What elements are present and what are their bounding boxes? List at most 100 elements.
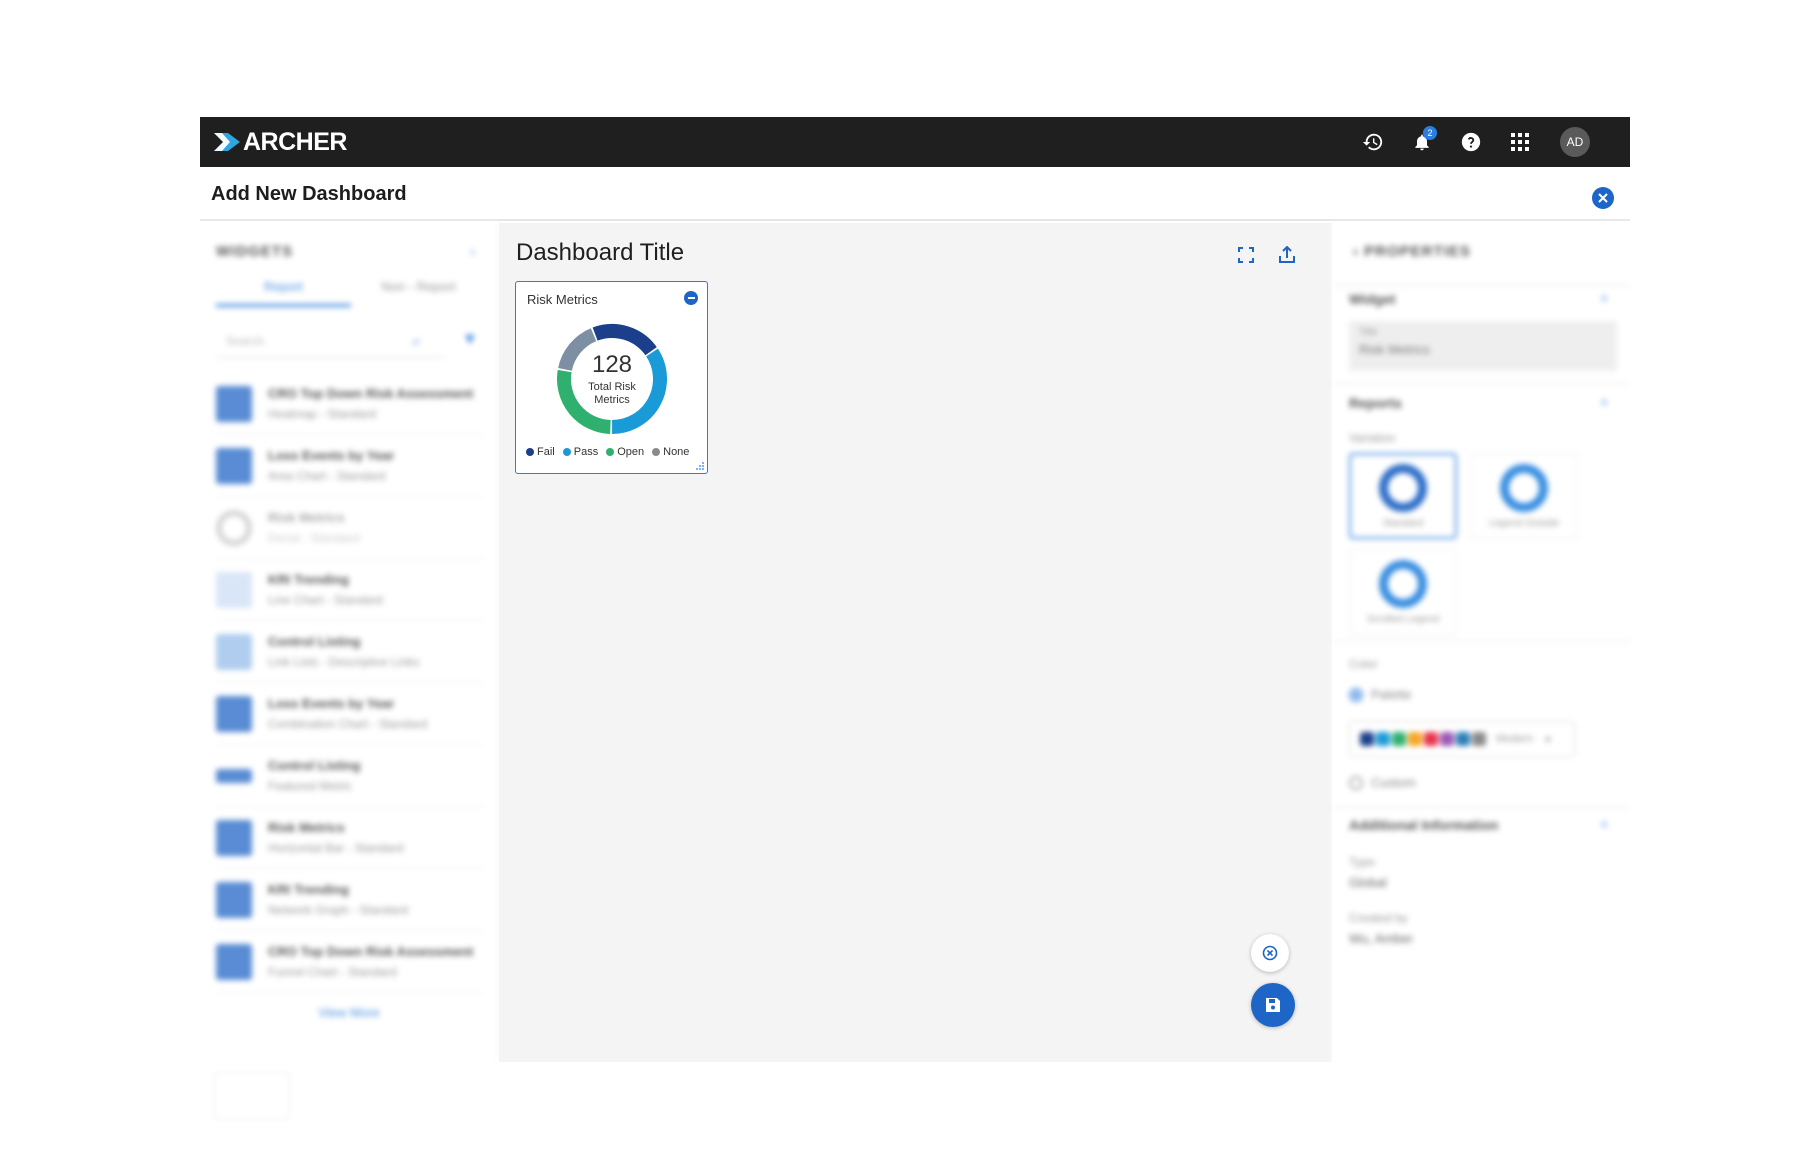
list-item-type: Combination Chart - Standard (268, 717, 428, 731)
chevron-up-icon[interactable]: ˄ (1600, 395, 1608, 410)
tab-non-report[interactable]: Non - Report (351, 279, 486, 307)
color-label: Color (1349, 657, 1378, 671)
properties-panel: › PROPERTIES Widget ˄ Title Risk Metrics… (1333, 223, 1630, 1067)
filter-icon[interactable]: ▼ (462, 331, 478, 349)
fullscreen-icon[interactable] (1234, 243, 1258, 267)
list-item-type: Featured Metric (268, 779, 353, 793)
additional-info-section-header[interactable]: Additional Information (1349, 817, 1498, 833)
help-icon[interactable] (1456, 127, 1486, 157)
remove-widget-button[interactable] (684, 291, 698, 305)
list-item[interactable]: CRO Top Down Risk Assessment Heatmap - St… (216, 373, 484, 435)
color-swatch (1392, 732, 1406, 746)
legend-label: None (663, 446, 690, 458)
discard-button[interactable] (1251, 934, 1289, 972)
reports-section-header[interactable]: Reports (1349, 395, 1402, 411)
legend-item-fail[interactable]: Fail (526, 446, 555, 458)
featured-metric-icon (216, 768, 252, 783)
donut-center: 128 Total Risk Metrics (546, 313, 678, 445)
horizontal-bar-icon (216, 819, 252, 856)
bell-icon[interactable]: 2 (1407, 126, 1437, 157)
chevron-down-icon: ▾ (1545, 733, 1551, 746)
list-item-type: Horizontal Bar - Standard (268, 841, 404, 855)
brand-name: ARCHER (243, 127, 347, 156)
collapse-left-icon[interactable]: ‹ (470, 243, 475, 259)
top-navigation-bar: ARCHER 2 AD (200, 117, 1630, 167)
donut-variation-icon (1379, 463, 1427, 512)
user-avatar[interactable]: AD (1560, 127, 1590, 157)
color-swatch (1376, 732, 1390, 746)
list-item-name: CRO Top Down Risk Assessment (268, 386, 474, 401)
color-swatch (1472, 732, 1486, 746)
donut-variation-icon (1379, 559, 1427, 608)
app-window: ARCHER 2 AD Add New Dashboard WIDGETS ‹ … (200, 117, 1630, 1120)
divider (1333, 285, 1630, 286)
list-item-name: KRI Trending (268, 882, 349, 897)
custom-color-radio[interactable]: Custom (1349, 775, 1416, 790)
variation-scrolled-legend[interactable]: Scrolled Legend (1349, 549, 1457, 635)
widget-search-input[interactable]: Search (216, 326, 444, 358)
widget-section-header[interactable]: Widget (1349, 291, 1396, 307)
variation-standard[interactable]: Standard (1349, 453, 1457, 539)
cancel-circle-icon (1262, 945, 1278, 961)
ghost-placeholder (214, 1072, 290, 1120)
save-button[interactable] (1251, 983, 1295, 1027)
legend-label: Pass (573, 446, 599, 458)
variation-legend-outside[interactable]: Legend Outside (1470, 453, 1578, 539)
archer-logo[interactable]: ARCHER (214, 127, 347, 156)
properties-panel-title: › PROPERTIES (1353, 243, 1471, 260)
chevron-up-icon[interactable]: ˄ (1600, 291, 1608, 306)
list-item-name: Loss Events by Year (268, 448, 395, 463)
variation-label-legend-outside: Legend Outside (1488, 517, 1560, 529)
list-item[interactable]: KRI Trending Network Graph - Standard (216, 869, 484, 931)
list-item[interactable]: Loss Events by Year Area Chart - Standard (216, 435, 484, 497)
dashboard-canvas: Dashboard Title Risk Metrics 128 Total R… (499, 223, 1332, 1062)
list-item-name: Control Listing (268, 634, 361, 649)
properties-title-text: PROPERTIES (1364, 243, 1471, 260)
color-swatch (1408, 732, 1422, 746)
palette-name: Modern (1496, 733, 1534, 745)
created-by-value: Wu, Amber (1349, 931, 1414, 946)
page-header: Add New Dashboard (200, 167, 1630, 221)
legend-item-open[interactable]: Open (606, 446, 644, 458)
legend-label: Open (617, 446, 645, 458)
list-item-name: Control Listing (268, 758, 361, 773)
dashboard-title[interactable]: Dashboard Title (516, 239, 684, 267)
legend-item-pass[interactable]: Pass (562, 446, 599, 458)
title-field-label: Title (1359, 327, 1378, 338)
list-item[interactable]: Loss Events by Year Combination Chart - S… (216, 683, 484, 745)
list-item[interactable]: Risk Metrics Horizontal Bar - Standard (216, 807, 484, 869)
risk-metrics-widget[interactable]: Risk Metrics 128 Total Risk Metrics Fail… (515, 281, 708, 474)
palette-radio[interactable]: Palette (1349, 687, 1411, 702)
share-upload-icon[interactable] (1275, 243, 1299, 267)
search-icon[interactable]: ⌕ (412, 333, 421, 351)
logo-chevron-icon (214, 133, 240, 151)
divider (1333, 641, 1630, 642)
close-dashboard-button[interactable] (1592, 187, 1614, 209)
color-swatch (1456, 732, 1470, 746)
list-item[interactable]: Control Listing Featured Metric (216, 745, 484, 807)
widgets-panel-title: WIDGETS (216, 243, 293, 260)
palette-select[interactable]: Modern ▾ (1349, 721, 1575, 757)
area-chart-icon (216, 447, 252, 484)
widget-title-field[interactable]: Title Risk Metrics (1349, 321, 1617, 371)
created-by-label: Created by (1349, 911, 1408, 925)
notification-badge: 2 (1423, 126, 1437, 140)
list-item-type: Heatmap - Standard (268, 407, 377, 421)
apps-grid-icon[interactable] (1505, 127, 1535, 157)
list-item[interactable]: Control Listing Link Lists - Descriptive … (216, 621, 484, 683)
title-field-value: Risk Metrics (1359, 342, 1430, 357)
list-item[interactable]: Risk Metrics Donut - Standard (216, 497, 484, 559)
list-item[interactable]: KRI Trending Line Chart - Standard (216, 559, 484, 621)
variation-label-standard: Standard (1382, 517, 1424, 529)
network-graph-icon (216, 881, 252, 918)
widget-list: CRO Top Down Risk Assessment Heatmap - St… (216, 373, 484, 993)
view-more-link[interactable]: View More (200, 1005, 498, 1020)
widget-title: Risk Metrics (527, 292, 598, 307)
resize-handle-icon[interactable] (696, 462, 704, 470)
legend-item-none[interactable]: None (652, 446, 689, 458)
list-item[interactable]: CRO Top Down Risk Assessment Funnel Chart… (216, 931, 484, 993)
history-icon[interactable] (1358, 127, 1388, 157)
legend-dot-icon (526, 448, 534, 456)
tab-report[interactable]: Report (216, 279, 351, 307)
chevron-up-icon[interactable]: ˄ (1600, 817, 1608, 832)
